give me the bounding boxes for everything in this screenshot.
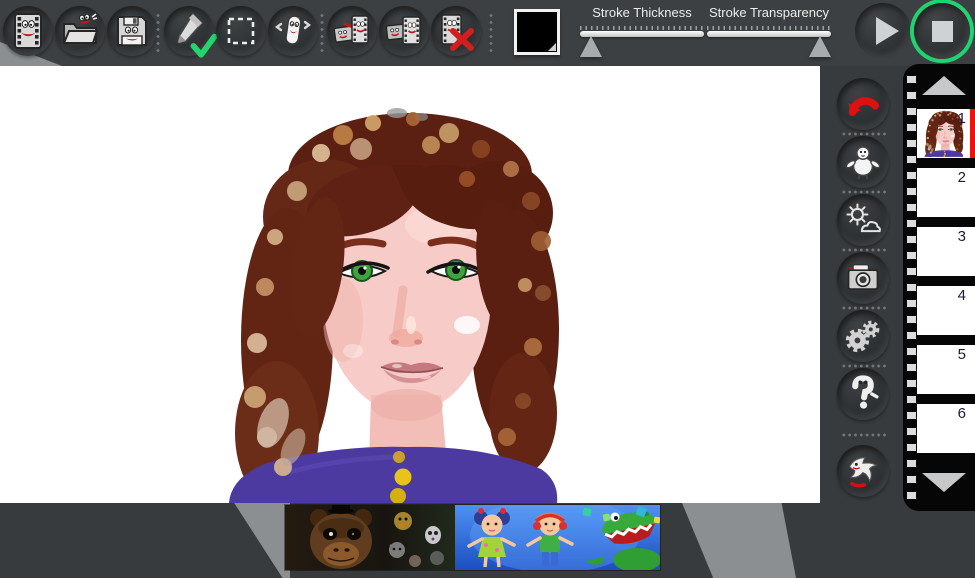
marquee-select-icon (221, 11, 261, 51)
play-icon (876, 17, 899, 45)
sidebar-separator (841, 433, 887, 437)
stroke-transparency-track[interactable] (707, 31, 831, 37)
toolbar-separator (156, 12, 160, 54)
camera-button[interactable] (837, 252, 889, 304)
sun-cloud-icon (843, 200, 883, 240)
duplicate-frame-button[interactable] (379, 6, 429, 56)
frame-1[interactable]: 1 (917, 109, 975, 158)
settings-button[interactable] (837, 310, 889, 362)
scroll-down-arrow-icon[interactable] (922, 473, 966, 492)
undo-button[interactable] (837, 78, 889, 130)
eraser-button[interactable] (268, 6, 318, 56)
delete-frame-icon (436, 11, 476, 51)
stroke-transparency-handle[interactable] (809, 36, 831, 57)
insert-frame-icon (332, 11, 372, 51)
stop-icon (932, 21, 953, 42)
animatronic-bear-ad-art (285, 505, 455, 570)
duplicate-frame-icon (384, 11, 424, 51)
toolbar-separator (489, 12, 493, 54)
undo-arc-icon (842, 83, 884, 125)
bottom-left-diagonal-accent (228, 503, 290, 578)
save-project-button[interactable] (107, 6, 157, 56)
toolbar-separator (320, 12, 324, 54)
question-help-icon (843, 374, 883, 414)
open-project-icon (60, 11, 100, 51)
ad-banner[interactable] (285, 505, 660, 570)
frame-5[interactable]: 5 (917, 345, 975, 394)
slider-tick-marks (580, 26, 704, 30)
frame-2[interactable]: 2 (917, 168, 975, 217)
stroke-transparency-slider: Stroke Transparency (707, 5, 831, 37)
animation-app-window: Stroke Thickness Stroke Transparency (0, 0, 975, 578)
pen-tool-button[interactable] (164, 6, 214, 56)
save-project-icon (112, 11, 152, 51)
ad-banner-image (285, 505, 660, 570)
frame-number: 6 (958, 405, 966, 422)
scroll-up-arrow-icon[interactable] (922, 76, 966, 95)
stroke-thickness-label: Stroke Thickness (580, 5, 704, 20)
insert-frame-button[interactable] (327, 6, 377, 56)
filmstrip-panel: 1 2 3 4 5 6 (903, 64, 975, 511)
frame-3[interactable]: 3 (917, 227, 975, 276)
stroke-thickness-track[interactable] (580, 31, 704, 37)
shark-swoosh-icon (843, 451, 883, 491)
color-swatch[interactable] (514, 9, 560, 55)
stroke-thickness-slider: Stroke Thickness (580, 5, 704, 37)
frame-number: 5 (958, 346, 966, 363)
play-button[interactable] (855, 3, 911, 59)
frame-number: 2 (958, 169, 966, 186)
marquee-select-button[interactable] (216, 6, 266, 56)
open-project-button[interactable] (55, 6, 105, 56)
stop-button[interactable] (914, 3, 970, 59)
eraser-icon (273, 11, 313, 51)
gears-icon (843, 316, 883, 356)
new-animation-button[interactable] (3, 6, 53, 56)
portrait-artwork (225, 105, 565, 503)
stroke-thickness-handle[interactable] (580, 36, 602, 57)
frame-6[interactable]: 6 (917, 404, 975, 453)
character-button[interactable] (837, 136, 889, 188)
top-toolbar: Stroke Thickness Stroke Transparency (0, 0, 975, 66)
share-button[interactable] (837, 445, 889, 497)
new-animation-icon (8, 11, 48, 51)
delete-frame-button[interactable] (431, 6, 481, 56)
frame-4[interactable]: 4 (917, 286, 975, 335)
cartoon-kids-dino-ad-art (455, 505, 660, 570)
slider-tick-marks (707, 26, 831, 30)
frame-number: 4 (958, 287, 966, 304)
camera-icon (843, 258, 883, 298)
bottom-right-diagonal-accent (676, 503, 796, 578)
film-perforations (907, 76, 916, 499)
drawing-canvas[interactable] (0, 66, 820, 503)
frame-number: 3 (958, 228, 966, 245)
stroke-transparency-label: Stroke Transparency (707, 5, 831, 20)
penguin-character-icon (843, 142, 883, 182)
frame-number: 1 (958, 110, 966, 127)
pen-tool-icon (169, 11, 209, 51)
help-button[interactable] (837, 368, 889, 420)
swatch-dropdown-icon (548, 43, 556, 51)
background-button[interactable] (837, 194, 889, 246)
selected-frame-marker (970, 109, 975, 158)
